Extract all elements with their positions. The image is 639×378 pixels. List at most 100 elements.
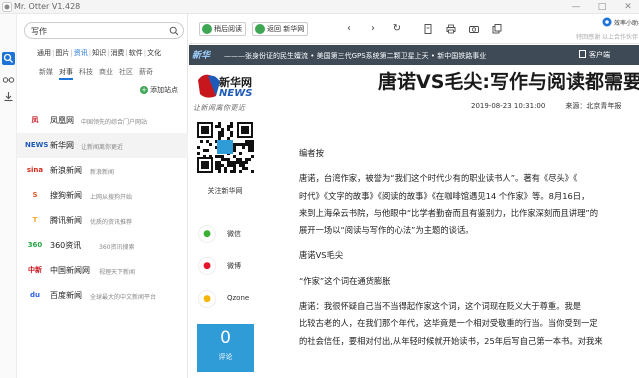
logo-subtext: NEWS (219, 88, 253, 99)
news-ticker: 新华 ———张身份证的民生嬗流 • 美国第三代GPS系统第二颗卫星上天 • 新中… (189, 45, 639, 65)
search-icon[interactable] (169, 26, 179, 36)
site-name: 中国新闻网 (50, 266, 90, 275)
site-description: 视理天下新闻 (99, 269, 136, 276)
category-tab[interactable]: 消费 (110, 49, 124, 57)
share-label: 微信 (227, 230, 241, 238)
subcategory-tab[interactable]: 新媒 (39, 68, 53, 78)
clock-icon (202, 24, 212, 34)
download-icon[interactable] (2, 90, 15, 103)
ticker-brand: 新华 (192, 51, 211, 61)
section-heading: 唐诺VS毛尖 (299, 250, 344, 261)
site-name: 新华网 (50, 141, 74, 150)
category-tabs: 通用|图片|资讯|知识|消费|软件|文化 (37, 48, 161, 58)
add-site-button[interactable]: + 添加站点 (140, 85, 178, 95)
site-description: 上网从搜狗开始 (90, 194, 133, 201)
site-item[interactable]: 中新 中国新闻网 视理天下新闻 (17, 258, 188, 283)
subcategory-tab[interactable]: 科技 (79, 68, 93, 78)
site-name: 百度新闻 (50, 291, 82, 300)
comment-button[interactable]: 0 评论 (197, 324, 254, 372)
site-item[interactable]: du 百度新闻 全球最大的中文新闻平台 (17, 283, 188, 308)
subcategory-tab[interactable]: 商业 (99, 68, 113, 78)
site-item[interactable]: NEWS 新华网 让新闻离你更近 (17, 133, 188, 158)
category-tab[interactable]: 资讯 (74, 49, 88, 57)
article-paragraph-line: 的社会信任，要相对付出,从年轻时候就开始读书，25年后写自己第一本书。对我来 (299, 335, 603, 346)
share-label: Qzone (227, 294, 250, 302)
chevron-left-icon[interactable]: ‹ (343, 23, 355, 35)
read-later-button[interactable]: 稍后阅读 (199, 22, 246, 36)
subcategory-tab[interactable]: 社区 (119, 68, 133, 78)
refresh-icon[interactable]: ↻ (391, 23, 403, 35)
category-tab[interactable]: 知识 (92, 49, 106, 57)
qr-caption: 关注新华网 (207, 187, 243, 195)
site-description: 让新闻离你更近 (81, 144, 124, 151)
article-paragraph-line: 唐诺，台湾作家，被誉为“我们这个时代少有的职业读书人”。著有《尽头》《 (299, 173, 578, 184)
return-site-label: 返回 新华网 (267, 25, 305, 33)
phone-icon (579, 50, 586, 58)
document-icon[interactable] (422, 23, 434, 35)
share-微博-button[interactable]: ● 微博 (195, 257, 255, 275)
site-description: 新浪新闻 (90, 169, 115, 176)
category-separator: | (125, 49, 128, 57)
site-item[interactable]: S 搜狗新闻 上网从搜狗开始 (17, 183, 188, 208)
maximize-button[interactable]: □ (596, 1, 608, 13)
site-logo-icon: 凤 (31, 116, 39, 124)
article-meta: 2019-08-23 10:31:00 来源：北京青年报 (471, 101, 621, 111)
site-item[interactable]: 360 360资讯 360资讯搜索 (17, 233, 188, 258)
site-description: 优质的资讯推荐 (90, 219, 133, 226)
category-separator: | (70, 49, 73, 57)
article-paragraph-line: 时代》《文字的故事》《阅读的故事》《在咖啡馆遇见14 个作家》等。8月16日， (299, 190, 590, 201)
site-name: 凤凰网 (50, 116, 74, 125)
search-input[interactable] (31, 25, 166, 37)
category-tab[interactable]: 文化 (147, 49, 161, 57)
duplicate-icon[interactable] (491, 23, 503, 35)
glasses-icon[interactable] (2, 73, 15, 86)
helper-label: 效率小助手 (614, 20, 639, 27)
comment-count: 0 (220, 328, 231, 348)
category-separator: | (143, 49, 147, 57)
category-tab[interactable]: 图片 (55, 49, 69, 57)
site-item[interactable]: T 腾讯新闻 优质的资讯推荐 (17, 208, 188, 233)
category-separator: | (52, 49, 55, 57)
site-logo-icon: du (30, 291, 40, 299)
site-logo-icon: T (32, 216, 38, 224)
search-box[interactable] (24, 22, 184, 39)
site-name: 搜狗新闻 (50, 191, 82, 200)
site-description: 360资讯搜索 (99, 244, 135, 251)
wechat-icon: ● (198, 225, 216, 243)
article-date: 2019-08-23 10:31:00 (471, 102, 546, 110)
site-logo-icon: S (32, 191, 38, 199)
site-name: 360资讯 (50, 241, 82, 250)
site-item[interactable]: sina 新浪新闻 新浪新闻 (17, 158, 188, 183)
chevron-right-icon[interactable]: › (367, 23, 379, 35)
browser-toolbar: 稍后阅读 返回 新华网 ‹ › ↻ 效率小助手 特回感谢 以上合作伙伴 (189, 14, 639, 44)
category-tab[interactable]: 通用 (37, 49, 51, 57)
editor-note-heading: 编者按 (299, 148, 324, 158)
search-icon[interactable] (2, 52, 15, 65)
return-icon (255, 24, 265, 34)
share-微信-button[interactable]: ● 微信 (195, 225, 255, 243)
left-icon-strip (0, 14, 17, 378)
share-sidebar: 关注新华网 ● 微信 ● 微博 ● Qzone 0 评论 (193, 117, 257, 378)
otter-app-icon (2, 2, 12, 12)
print-icon[interactable] (445, 23, 457, 35)
category-tab[interactable]: 软件 (129, 49, 143, 57)
add-site-label: 添加站点 (150, 86, 178, 94)
return-site-button[interactable]: 返回 新华网 (252, 22, 309, 36)
article-body: 编者按唐诺，台湾作家，被誉为“我们这个时代少有的职业读书人”。著有《尽头》《时代… (299, 145, 639, 350)
article-source: 来源：北京青年报 (565, 102, 622, 110)
subcategory-tab[interactable]: 薪奇 (139, 68, 153, 78)
site-logo-icon: 中新 (28, 266, 42, 274)
site-item[interactable]: 凤 凤凰网 中国领先的综合门户网站 (17, 108, 188, 133)
article-paragraph-line: 展开一场以“阅读与写作的心法”为主题的谈话。 (299, 225, 474, 236)
minimize-button[interactable]: — (570, 1, 582, 13)
article-paragraph-line: 来到上海朵云书院，与他眼中“比学者勤奋而且有鉴别力，比作家深刻而且讲理”的 (299, 207, 598, 218)
site-name: 腾讯新闻 (50, 216, 82, 225)
article-title: 唐诺VS毛尖:写作与阅读都需要 (378, 71, 639, 93)
site-name: 新浪新闻 (50, 166, 82, 175)
camera-icon[interactable] (468, 23, 480, 35)
share-qzone-button[interactable]: ● Qzone (195, 290, 255, 308)
ticker-text[interactable]: ———张身份证的民生嬗流 • 美国第三代GPS系统第二颗卫星上天 • 新中国铁路… (224, 51, 486, 61)
subcategory-tab[interactable]: 对事 (59, 68, 73, 80)
client-link[interactable]: 客户端 (579, 50, 610, 60)
close-button[interactable]: ✕ (622, 1, 634, 13)
